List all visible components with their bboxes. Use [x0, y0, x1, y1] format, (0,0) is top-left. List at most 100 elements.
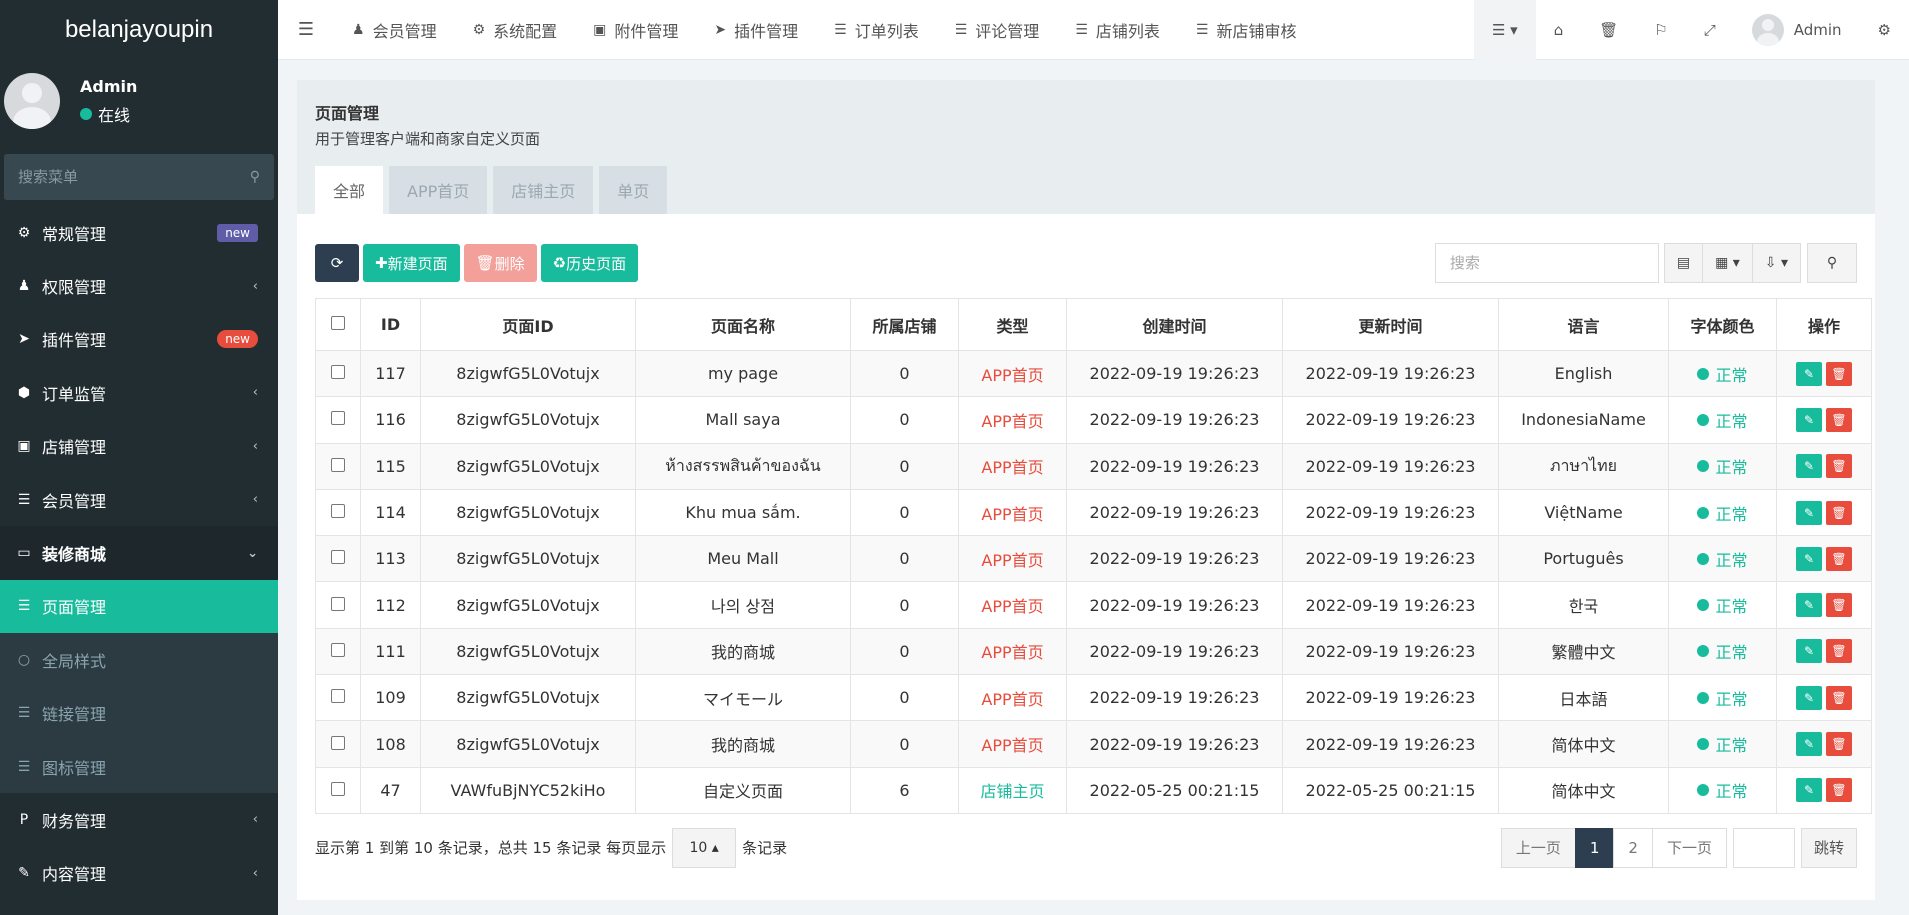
column-header[interactable]: 字体颜色: [1668, 298, 1777, 351]
delete-trash-icon[interactable]: 🗑: [1826, 407, 1852, 432]
status-dot-icon: [1697, 552, 1710, 565]
delete-trash-icon[interactable]: 🗑: [1826, 361, 1852, 386]
edit-pencil-icon[interactable]: ✎: [1796, 407, 1822, 432]
next-page-button[interactable]: 下一页: [1651, 827, 1727, 868]
jump-button[interactable]: 跳转: [1800, 827, 1857, 868]
sidebar-item-orders[interactable]: ⬢ 订单监管 ‹: [0, 366, 278, 419]
refresh-button[interactable]: ⟳: [315, 244, 359, 282]
row-checkbox[interactable]: [331, 504, 345, 519]
column-header[interactable]: 语言: [1498, 298, 1669, 351]
sidebar-item-content[interactable]: ✎ 内容管理 ‹: [0, 847, 278, 900]
menu-search-input[interactable]: [18, 168, 218, 186]
delete-trash-icon[interactable]: 🗑: [1826, 639, 1852, 664]
nav-link-store-review[interactable]: ☰ 新店铺审核: [1178, 0, 1315, 60]
delete-trash-icon[interactable]: 🗑: [1826, 685, 1852, 710]
jump-page-input[interactable]: [1732, 827, 1795, 868]
columns-icon[interactable]: ▦ ▾: [1702, 243, 1753, 283]
edit-pencil-icon[interactable]: ✎: [1796, 778, 1822, 803]
row-checkbox[interactable]: [331, 411, 345, 426]
history-page-button[interactable]: ♻ 历史页面: [540, 244, 639, 282]
search-icon[interactable]: ⚲: [250, 169, 260, 185]
row-checkbox[interactable]: [331, 596, 345, 611]
search-icon[interactable]: ⚲: [1807, 243, 1857, 283]
column-header[interactable]: 所属店铺: [850, 298, 959, 351]
column-header[interactable]: 操作: [1776, 298, 1872, 351]
menu-search: ⚲: [4, 154, 274, 200]
row-checkbox[interactable]: [331, 642, 345, 657]
delete-trash-icon[interactable]: 🗑: [1826, 500, 1852, 525]
edit-pencil-icon[interactable]: ✎: [1796, 546, 1822, 571]
sidebar-item-auth[interactable]: ♟ 权限管理 ‹: [0, 259, 278, 312]
delete-trash-icon[interactable]: 🗑: [1826, 546, 1852, 571]
sidebar-item-general[interactable]: ⚙ 常规管理 new: [0, 206, 278, 259]
nav-link-orders[interactable]: ☰ 订单列表: [816, 0, 937, 60]
page-size-select[interactable]: 10 ▴: [672, 827, 737, 868]
sidebar-item-members[interactable]: ☰ 会员管理 ‹: [0, 473, 278, 526]
sidebar-item-link-manage[interactable]: ☰ 链接管理: [0, 687, 278, 740]
nav-link-attachments[interactable]: ▣ 附件管理: [575, 0, 696, 60]
row-checkbox[interactable]: [331, 457, 345, 472]
trash-icon[interactable]: 🗑: [1581, 0, 1636, 60]
column-header[interactable]: 页面ID: [420, 298, 636, 351]
settings-gear-icon[interactable]: ⚙: [1860, 0, 1909, 60]
tab-single-page[interactable]: 单页: [599, 166, 668, 214]
language-icon[interactable]: ⚐: [1636, 0, 1685, 60]
page-button-2[interactable]: 2: [1613, 827, 1653, 868]
toggle-view-icon[interactable]: ▤: [1663, 243, 1704, 283]
table-search-input[interactable]: [1434, 243, 1659, 283]
brand-logo[interactable]: belanjayoupin: [0, 0, 278, 60]
export-icon[interactable]: ⇩ ▾: [1751, 243, 1801, 283]
sidebar-item-decoration[interactable]: ▭ 装修商城 ⌄: [0, 526, 278, 580]
nav-link-system-config[interactable]: ⚙ 系统配置: [455, 0, 576, 60]
edit-pencil-icon[interactable]: ✎: [1796, 361, 1822, 386]
edit-pencil-icon[interactable]: ✎: [1796, 685, 1822, 710]
sidebar-item-stores[interactable]: ▣ 店铺管理 ‹: [0, 420, 278, 473]
edit-pencil-icon[interactable]: ✎: [1796, 500, 1822, 525]
delete-trash-icon[interactable]: 🗑: [1826, 593, 1852, 618]
tab-all[interactable]: 全部: [315, 166, 384, 214]
home-icon[interactable]: ⌂: [1536, 0, 1582, 60]
row-checkbox[interactable]: [331, 689, 345, 704]
nav-dropdown-button[interactable]: ☰ ▾: [1473, 0, 1536, 60]
row-checkbox[interactable]: [331, 781, 345, 796]
cell-store: 0: [850, 349, 959, 398]
column-header[interactable]: 页面名称: [635, 298, 851, 351]
delete-button[interactable]: 🗑 删除: [463, 244, 537, 282]
new-page-button[interactable]: ✚ 新建页面: [363, 244, 460, 282]
tab-store-home[interactable]: 店铺主页: [493, 166, 594, 214]
delete-trash-icon[interactable]: 🗑: [1826, 454, 1852, 479]
column-header[interactable]: 类型: [958, 298, 1067, 351]
edit-pencil-icon[interactable]: ✎: [1796, 454, 1822, 479]
cell-updated: 2022-09-19 19:26:23: [1282, 442, 1499, 490]
cell-id: 113: [360, 535, 421, 583]
sidebar-item-plugins[interactable]: ➤ 插件管理 new: [0, 313, 278, 366]
row-checkbox[interactable]: [331, 365, 345, 380]
column-header[interactable]: ID: [360, 298, 421, 351]
sidebar-item-finance[interactable]: P 财务管理 ‹: [0, 793, 278, 846]
tab-app-home[interactable]: APP首页: [389, 166, 488, 214]
nav-link-members[interactable]: ♟ 会员管理: [334, 0, 455, 60]
table-row: 116 8zigwfG5L0Votujx Mall saya 0 APP首页 2022-0…: [315, 396, 1872, 444]
edit-pencil-icon[interactable]: ✎: [1796, 639, 1822, 664]
sidebar-item-page-manage[interactable]: ☰ 页面管理: [0, 579, 278, 634]
row-checkbox[interactable]: [331, 550, 345, 565]
page-button-1[interactable]: 1: [1574, 827, 1615, 868]
fullscreen-icon[interactable]: ⤢: [1686, 0, 1734, 60]
list-icon: ☰: [17, 705, 31, 722]
menu-toggle-icon[interactable]: ☰: [278, 0, 334, 60]
nav-link-comments[interactable]: ☰ 评论管理: [937, 0, 1058, 60]
prev-page-button[interactable]: 上一页: [1500, 827, 1576, 868]
row-checkbox[interactable]: [331, 735, 345, 750]
nav-link-plugins[interactable]: ➤ 插件管理: [696, 0, 816, 60]
sidebar-item-global-style[interactable]: ○ 全局样式: [0, 633, 278, 686]
select-all-checkbox[interactable]: [331, 316, 345, 330]
sidebar-item-icon-manage[interactable]: ☰ 图标管理: [0, 740, 278, 793]
edit-pencil-icon[interactable]: ✎: [1796, 593, 1822, 618]
edit-pencil-icon[interactable]: ✎: [1796, 732, 1822, 757]
nav-link-stores[interactable]: ☰ 店铺列表: [1057, 0, 1178, 60]
admin-menu[interactable]: Admin: [1734, 0, 1860, 60]
column-header[interactable]: 创建时间: [1066, 298, 1283, 351]
column-header[interactable]: 更新时间: [1282, 298, 1499, 351]
delete-trash-icon[interactable]: 🗑: [1826, 778, 1852, 803]
delete-trash-icon[interactable]: 🗑: [1826, 732, 1852, 757]
